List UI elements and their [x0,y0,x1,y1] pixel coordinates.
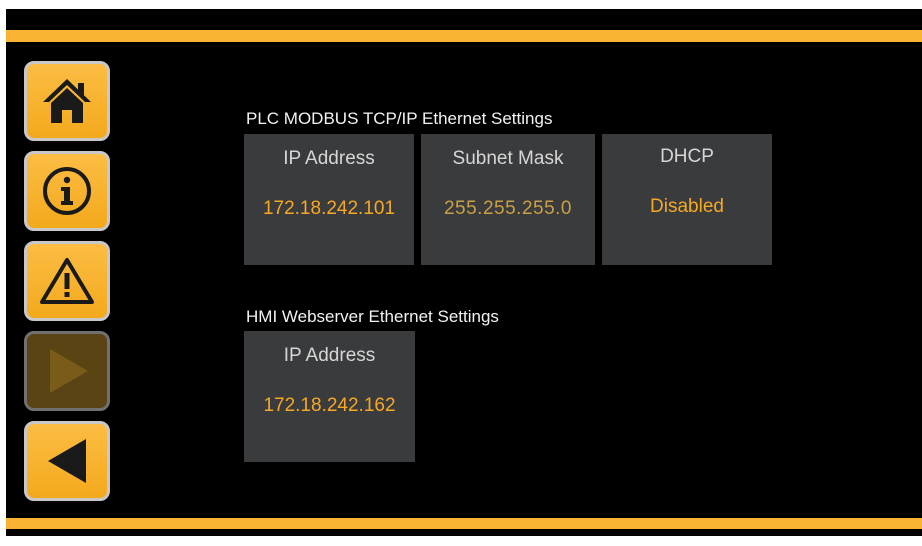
plc-ip-tile[interactable]: IP Address 172.18.242.101 [244,134,414,265]
plc-dhcp-label: DHCP [660,146,714,167]
plc-section-title: PLC MODBUS TCP/IP Ethernet Settings [246,109,553,128]
hmi-screen: PLC MODBUS TCP/IP Ethernet Settings IP A… [6,9,922,536]
plc-subnet-tile[interactable]: Subnet Mask 255.255.255.0 [421,134,595,265]
plc-subnet-value: 255.255.255.0 [443,198,572,219]
plc-dhcp-tile[interactable]: DHCP Disabled [602,134,772,265]
warning-icon [39,256,95,306]
hmi-ip-label: IP Address [283,345,376,366]
back-icon [42,435,92,487]
play-icon [42,345,92,397]
play-button[interactable] [24,331,110,411]
back-button[interactable] [24,421,110,501]
hmi-section-title: HMI Webserver Ethernet Settings [246,307,499,326]
bottom-accent-bar [6,518,922,529]
plc-dhcp-value: Disabled [650,196,724,217]
top-accent-bar [6,30,922,42]
home-icon [40,76,94,126]
info-button[interactable] [24,151,110,231]
plc-ip-label: IP Address [283,148,375,169]
home-button[interactable] [24,61,110,141]
alarm-button[interactable] [24,241,110,321]
plc-subnet-label: Subnet Mask [452,148,564,169]
plc-ip-value: 172.18.242.101 [262,198,396,219]
hmi-ip-value: 172.18.242.162 [263,395,396,416]
info-icon [41,165,93,217]
hmi-ip-tile[interactable]: IP Address 172.18.242.162 [244,331,415,462]
